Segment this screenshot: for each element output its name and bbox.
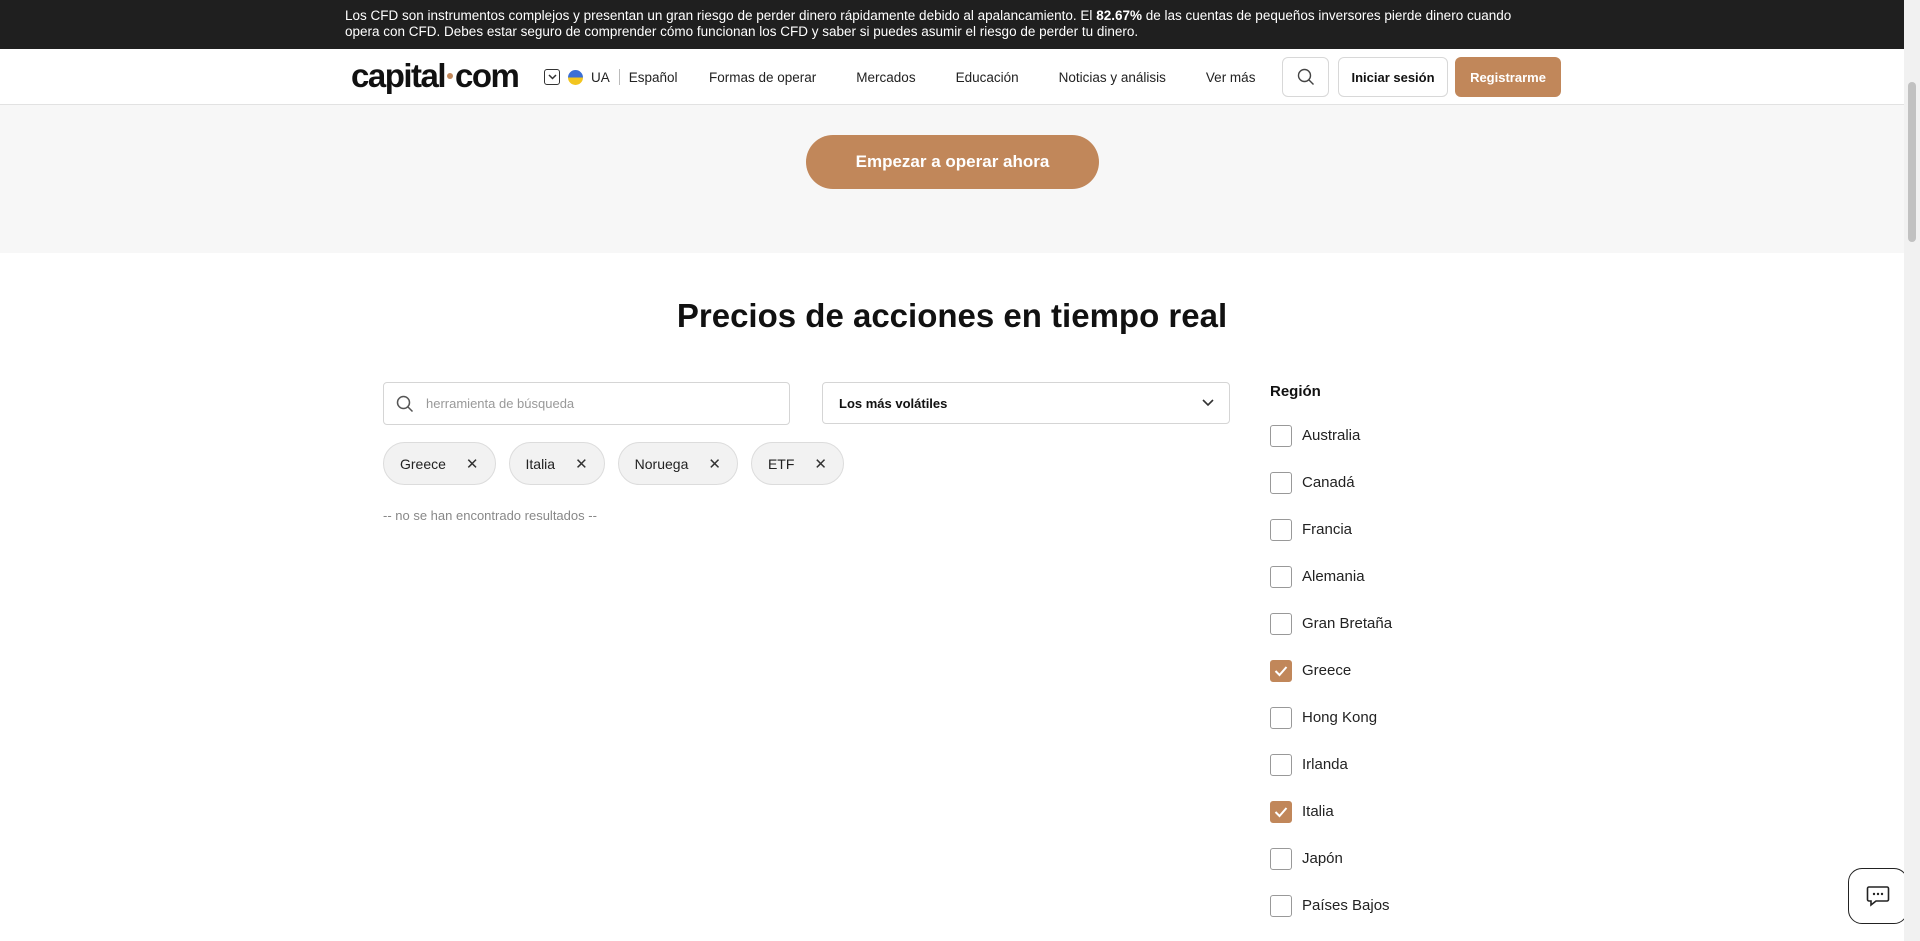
- risk-warning-text: Los CFD son instrumentos complejos y pre…: [345, 8, 1535, 40]
- region-item-label: Irlanda: [1302, 756, 1348, 773]
- top-navbar: capital com UA Español Formas de operar M…: [0, 49, 1904, 105]
- close-icon[interactable]: ✕: [708, 455, 721, 473]
- region-item-label: Greece: [1302, 662, 1352, 679]
- sort-selected-value: Los más volátiles: [839, 396, 948, 411]
- region-item-canada[interactable]: Canadá: [1270, 459, 1392, 506]
- filter-chip-label: Noruega: [634, 455, 689, 472]
- search-input[interactable]: [426, 384, 776, 423]
- chat-button[interactable]: [1848, 868, 1908, 924]
- checkbox[interactable]: [1270, 612, 1292, 635]
- region-item-francia[interactable]: Francia: [1270, 506, 1392, 553]
- region-filter: Región Australia Canadá Francia Alemania…: [1270, 383, 1392, 933]
- filter-chip[interactable]: Italia ✕: [508, 442, 605, 485]
- region-item-japon[interactable]: Japón: [1270, 835, 1392, 882]
- region-item-label: Italia: [1302, 803, 1334, 820]
- sort-dropdown[interactable]: Los más volátiles: [822, 382, 1230, 424]
- region-item-gran-bretana[interactable]: Gran Bretaña: [1270, 600, 1392, 647]
- logo-dot: [447, 73, 454, 80]
- nav-mercados[interactable]: Mercados: [856, 70, 915, 85]
- checkbox[interactable]: [1270, 471, 1292, 494]
- risk-warning-bar: Los CFD son instrumentos complejos y pre…: [0, 0, 1904, 49]
- filter-chip-label: ETF: [767, 455, 795, 472]
- region-item-label: Alemania: [1302, 568, 1365, 585]
- logo-part-right: com: [455, 57, 520, 94]
- checkbox[interactable]: [1270, 847, 1292, 870]
- region-item-italia[interactable]: Italia: [1270, 788, 1392, 835]
- checkmark-icon: [1274, 806, 1288, 817]
- start-trading-button[interactable]: Empezar a operar ahora: [806, 135, 1099, 189]
- region-item-label: Japón: [1302, 850, 1343, 867]
- region-item-greece[interactable]: Greece: [1270, 647, 1392, 694]
- region-item-label: Australia: [1302, 427, 1361, 444]
- close-icon[interactable]: ✕: [466, 455, 479, 473]
- checkbox[interactable]: [1270, 894, 1292, 917]
- search-icon: [396, 395, 414, 413]
- region-item-australia[interactable]: Australia: [1270, 412, 1392, 459]
- chevron-down-icon: [544, 69, 560, 85]
- nav-educacion[interactable]: Educación: [956, 70, 1019, 85]
- checkbox-checked[interactable]: [1270, 800, 1292, 823]
- checkbox[interactable]: [1270, 706, 1292, 729]
- risk-warning-prefix: Los CFD son instrumentos complejos y pre…: [345, 8, 1097, 23]
- region-heading: Región: [1270, 383, 1321, 400]
- filter-chip[interactable]: Noruega ✕: [617, 442, 738, 485]
- region-item-hong-kong[interactable]: Hong Kong: [1270, 694, 1392, 741]
- checkbox[interactable]: [1270, 753, 1292, 776]
- filter-chip-label: Greece: [400, 455, 446, 472]
- page-title: Precios de acciones en tiempo real: [676, 297, 1228, 334]
- filter-chip[interactable]: ETF ✕: [750, 442, 844, 485]
- country-code: UA: [591, 69, 610, 85]
- language-selector[interactable]: UA Español: [544, 67, 678, 87]
- close-icon[interactable]: ✕: [814, 455, 827, 473]
- main-nav: Formas de operar Mercados Educación Noti…: [709, 49, 1295, 105]
- hero-section: Empezar a operar ahora: [0, 105, 1904, 253]
- login-button[interactable]: Iniciar sesión: [1338, 57, 1448, 97]
- region-item-label: Gran Bretaña: [1302, 615, 1393, 632]
- region-item-irlanda[interactable]: Irlanda: [1270, 741, 1392, 788]
- risk-warning-percent: 82.67%: [1096, 8, 1142, 23]
- scrollbar[interactable]: [1904, 0, 1920, 941]
- checkbox[interactable]: [1270, 518, 1292, 541]
- chevron-down-icon: [1202, 399, 1214, 407]
- checkbox[interactable]: [1270, 565, 1292, 588]
- region-list: Australia Canadá Francia Alemania Gran B…: [1270, 412, 1392, 929]
- language-label: Español: [628, 69, 678, 85]
- search-button[interactable]: [1282, 57, 1329, 97]
- search-field[interactable]: [383, 382, 790, 425]
- logo[interactable]: capital com: [351, 57, 520, 95]
- ukraine-flag-icon: [568, 69, 583, 85]
- checkbox-checked[interactable]: [1270, 659, 1292, 682]
- scrollbar-thumb[interactable]: [1908, 82, 1916, 242]
- divider: [618, 69, 620, 85]
- logo-part-left: capital: [351, 57, 447, 94]
- checkbox[interactable]: [1270, 424, 1292, 447]
- close-icon[interactable]: ✕: [575, 455, 588, 473]
- filter-chip-label: Italia: [525, 455, 556, 472]
- nav-formas-de-operar[interactable]: Formas de operar: [709, 70, 816, 85]
- checkmark-icon: [1274, 665, 1288, 676]
- region-item-label: Canadá: [1302, 474, 1355, 491]
- search-icon: [1297, 68, 1314, 85]
- region-item-label: Francia: [1302, 521, 1353, 538]
- region-item-alemania[interactable]: Alemania: [1270, 553, 1392, 600]
- region-item-label: Hong Kong: [1302, 709, 1378, 726]
- no-results-message: -- no se han encontrado resultados --: [383, 508, 597, 523]
- active-filters: Greece ✕ Italia ✕ Noruega ✕ ETF ✕: [383, 442, 857, 485]
- nav-ver-mas[interactable]: Ver más: [1206, 70, 1256, 85]
- chat-icon: [1866, 886, 1890, 907]
- filter-chip[interactable]: Greece ✕: [383, 442, 496, 485]
- nav-noticias-y-analisis[interactable]: Noticias y análisis: [1059, 70, 1166, 85]
- region-item-label: Países Bajos: [1302, 897, 1390, 914]
- register-button[interactable]: Registrarme: [1455, 57, 1561, 97]
- region-item-paises-bajos[interactable]: Países Bajos: [1270, 882, 1392, 929]
